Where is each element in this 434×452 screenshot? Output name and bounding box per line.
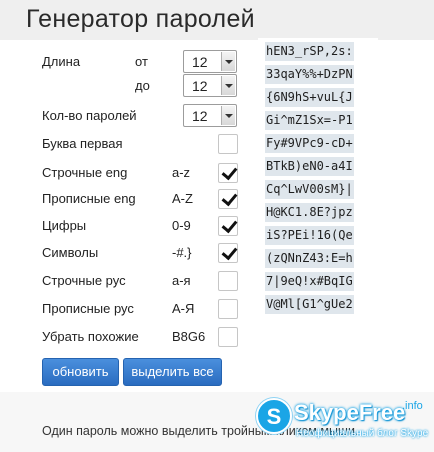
- length-to-label: до: [135, 78, 150, 93]
- option-checkbox[interactable]: [218, 189, 238, 209]
- option-checkbox[interactable]: [218, 299, 238, 319]
- password-item[interactable]: BTkB)eN0-a4I: [265, 157, 354, 176]
- length-from-value: 12: [192, 54, 208, 70]
- length-label: Длина: [42, 54, 81, 69]
- password-item[interactable]: Fy#9VPc9-cD+: [265, 134, 354, 153]
- chevron-down-icon[interactable]: [221, 76, 235, 95]
- password-item[interactable]: V@Ml[G1^gUe2: [265, 295, 354, 314]
- option-label: Убрать похожие: [42, 329, 139, 344]
- password-item[interactable]: 7|9eQ!x#BqIG: [265, 272, 354, 291]
- option-label: Цифры: [42, 218, 87, 233]
- length-from-row: Длина от 12: [0, 50, 250, 74]
- page-title: Генератор паролей: [26, 5, 255, 33]
- option-remove-similar: Убрать похожие B8G6: [0, 325, 250, 349]
- password-item[interactable]: iS?PEi!16(Qe: [265, 226, 354, 245]
- count-select[interactable]: 12: [183, 104, 237, 127]
- option-range: A-Z: [172, 191, 193, 206]
- option-checkbox[interactable]: [218, 163, 238, 183]
- watermark-name: SkypeFree: [294, 400, 406, 425]
- length-from-select[interactable]: 12: [183, 50, 237, 73]
- option-label: Строчные eng: [42, 165, 128, 180]
- option-checkbox[interactable]: [218, 243, 238, 263]
- header: Генератор паролей: [0, 0, 434, 40]
- option-range: -#.}: [172, 245, 192, 260]
- count-value: 12: [192, 108, 208, 124]
- length-to-value: 12: [192, 78, 208, 94]
- length-to-row: до 12: [0, 74, 250, 98]
- length-from-label: от: [135, 54, 148, 69]
- logo-letter: S: [266, 404, 282, 429]
- count-row: Кол-во паролей 12: [0, 104, 250, 128]
- watermark-tagline: Неофициальный блог Skype: [296, 428, 429, 439]
- password-item[interactable]: hEN3_rSP,2s:: [265, 42, 354, 61]
- option-uppercase-eng: Прописные eng A-Z: [0, 187, 250, 211]
- option-label: Прописные рус: [42, 301, 134, 316]
- length-to-select[interactable]: 12: [183, 74, 237, 97]
- option-range: B8G6: [172, 329, 206, 344]
- skype-logo-icon: S: [256, 398, 292, 434]
- option-checkbox[interactable]: [218, 271, 238, 291]
- password-item[interactable]: {6N9hS+vuL{J: [265, 88, 354, 107]
- option-range: a-z: [172, 165, 191, 180]
- option-label: Строчные рус: [42, 273, 126, 288]
- option-symbols: Символы -#.}: [0, 241, 250, 265]
- option-lowercase-eng: Строчные eng a-z: [0, 161, 250, 185]
- option-checkbox[interactable]: [218, 134, 238, 154]
- option-label: Символы: [42, 245, 99, 260]
- count-label: Кол-во паролей: [42, 108, 137, 123]
- watermark-domain: .info: [402, 400, 423, 412]
- option-label: Прописные eng: [42, 191, 136, 206]
- option-digits: Цифры 0-9: [0, 214, 250, 238]
- chevron-down-icon[interactable]: [221, 106, 235, 125]
- password-item[interactable]: Cq^LwV00sM}|: [265, 180, 354, 199]
- watermark: S SkypeFree .info Неофициальный блог Sky…: [256, 398, 434, 444]
- option-checkbox[interactable]: [218, 216, 238, 236]
- refresh-button[interactable]: обновить: [42, 358, 119, 386]
- password-item[interactable]: (zQNnZ43:E=h: [265, 249, 354, 268]
- option-first-letter: Буква первая: [0, 132, 250, 156]
- password-item[interactable]: H@KC1.8E?jpz: [265, 203, 354, 222]
- option-uppercase-rus: Прописные рус А-Я: [0, 297, 250, 321]
- option-range: А-Я: [172, 301, 195, 316]
- option-label: Буква первая: [42, 136, 123, 151]
- password-item[interactable]: Gi^mZ1Sx=-P1: [265, 111, 354, 130]
- option-lowercase-rus: Строчные рус а-я: [0, 269, 250, 293]
- select-all-button[interactable]: выделить все: [123, 358, 222, 386]
- option-range: а-я: [172, 273, 191, 288]
- chevron-down-icon[interactable]: [221, 52, 235, 71]
- password-item[interactable]: 33qaY%%+DzPN: [265, 65, 354, 84]
- option-checkbox[interactable]: [218, 327, 238, 347]
- option-range: 0-9: [172, 218, 191, 233]
